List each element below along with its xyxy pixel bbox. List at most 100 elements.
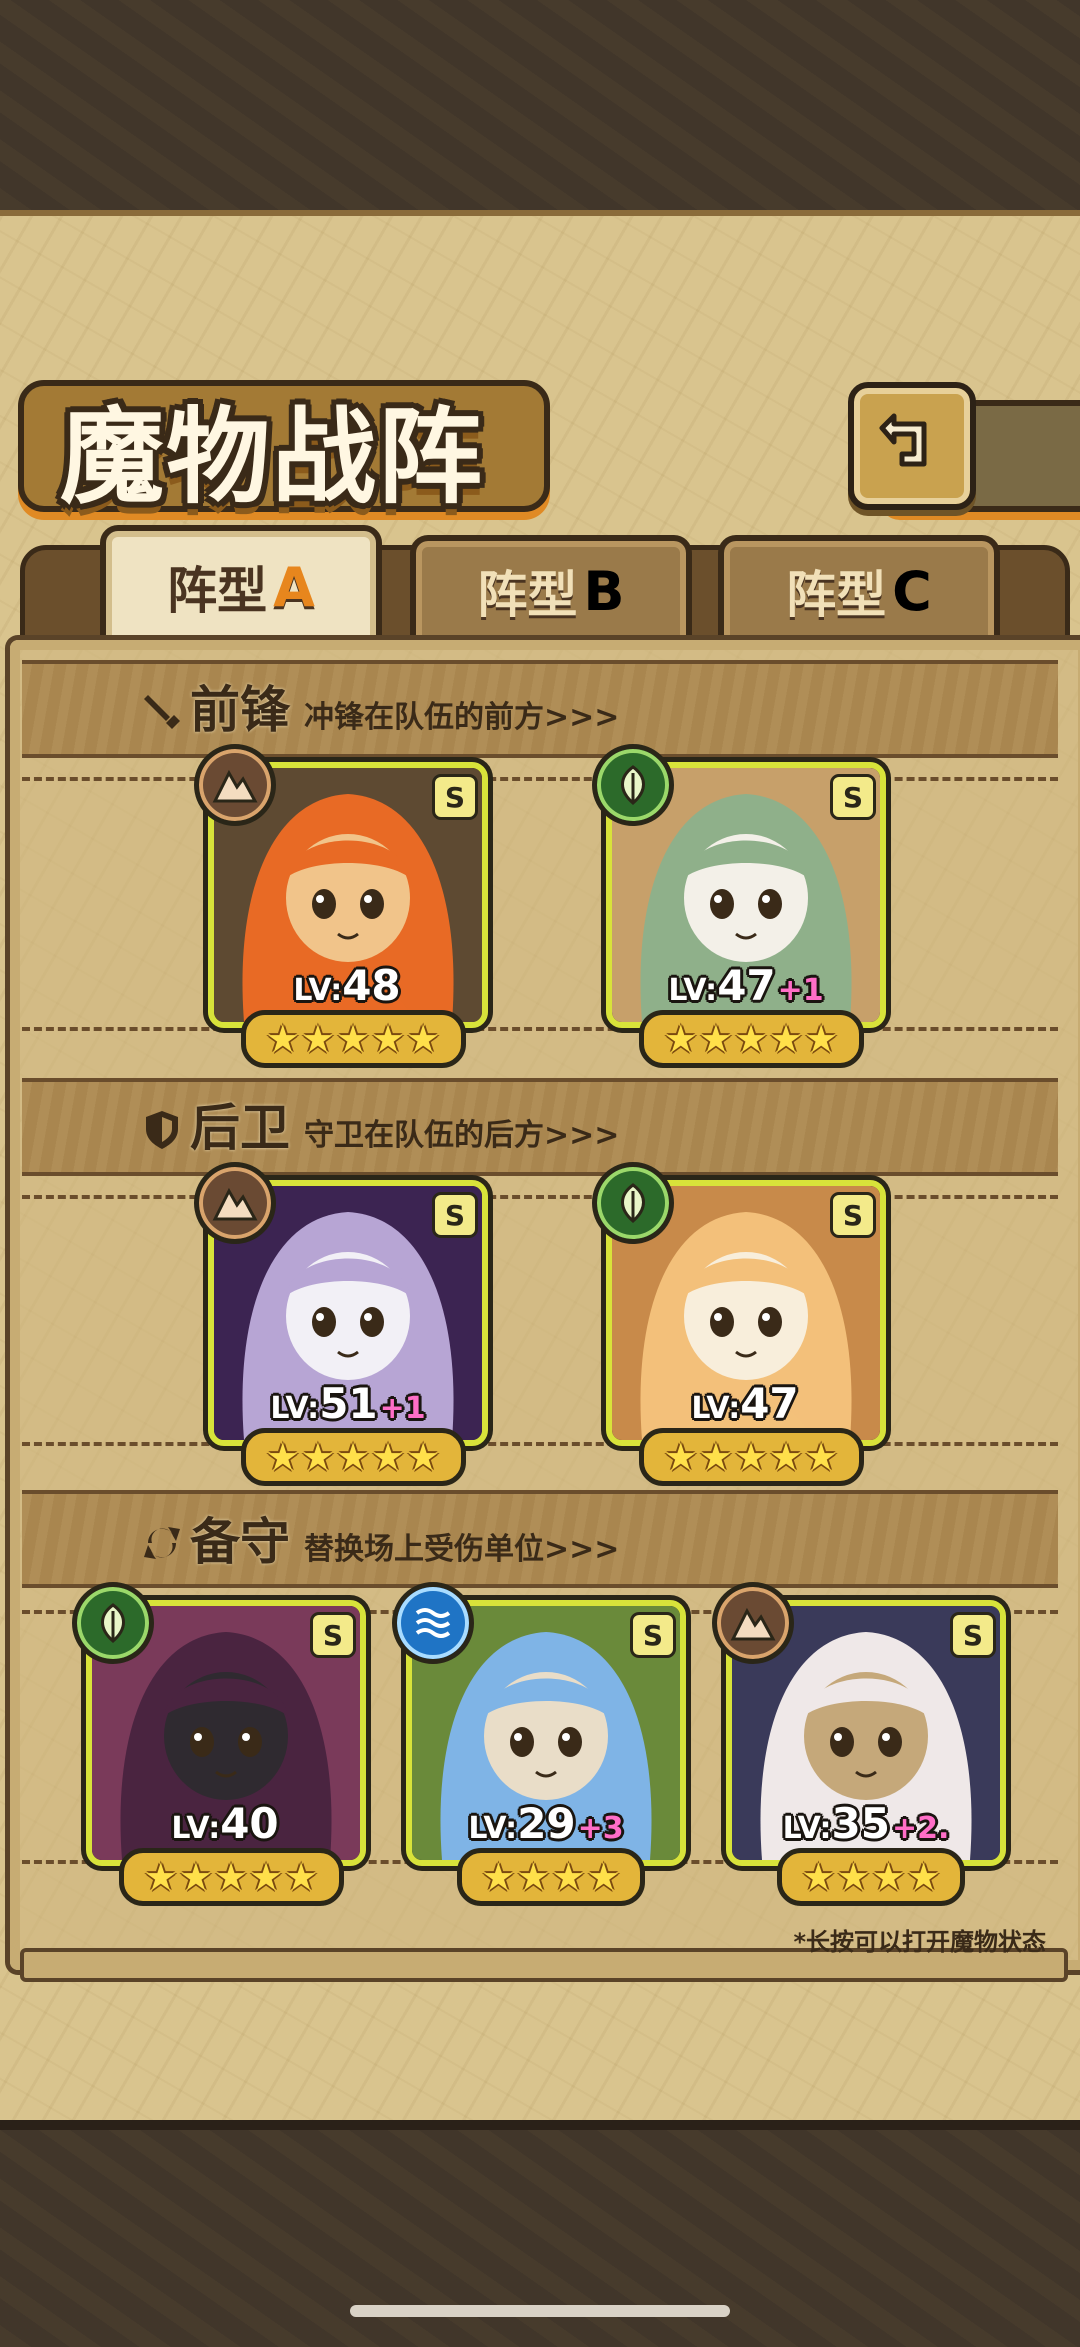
star-icon: ★ — [335, 1017, 371, 1061]
swap-icon — [144, 1527, 180, 1559]
star-icon: ★ — [769, 1435, 804, 1479]
back-arrow-icon — [879, 413, 927, 467]
sword-icon — [144, 695, 180, 729]
star-rating: ★ ★ ★ ★ ★ — [638, 1428, 864, 1486]
level-prefix: LV: — [691, 1391, 741, 1426]
level-prefix: LV: — [668, 973, 718, 1008]
rear-section-header: 后卫 守卫在队伍的后方>>> — [140, 1088, 619, 1160]
star-icon: ★ — [663, 1435, 698, 1479]
star-icon: ★ — [698, 1435, 733, 1479]
top-map-band — [0, 0, 1080, 220]
star-icon: ★ — [371, 1435, 406, 1479]
section-title: 前锋 — [190, 680, 290, 739]
level-bonus: +1 — [777, 973, 824, 1008]
star-icon: ★ — [143, 1855, 178, 1899]
star-icon: ★ — [335, 1435, 371, 1479]
section-title: 后卫 — [190, 1098, 290, 1157]
level-label: LV:35+2. — [732, 1799, 1000, 1848]
earth-icon — [194, 744, 276, 826]
level-value: 47 — [717, 961, 776, 1010]
tab-formation-c[interactable]: 阵型 C — [718, 535, 1000, 647]
level-bonus: +3 — [577, 1811, 624, 1846]
star-icon: ★ — [836, 1855, 871, 1899]
star-icon: ★ — [804, 1017, 839, 1061]
rank-badge: S — [432, 1192, 478, 1238]
star-icon: ★ — [265, 1017, 300, 1061]
star-icon: ★ — [804, 1435, 839, 1479]
section-title: 备守 — [190, 1512, 290, 1571]
star-icon: ★ — [516, 1855, 551, 1899]
hint-text: *长按可以打开魔物状态 — [793, 1928, 1046, 1956]
tab-label: 阵型 — [477, 566, 578, 624]
divider — [22, 777, 1058, 781]
level-prefix: LV: — [782, 1811, 832, 1846]
leaf-icon — [72, 1582, 154, 1664]
star-icon: ★ — [481, 1855, 516, 1899]
star-icon: ★ — [663, 1017, 698, 1061]
star-icon: ★ — [769, 1017, 804, 1061]
star-rating: ★ ★ ★ ★ — [777, 1848, 965, 1906]
star-icon: ★ — [178, 1855, 213, 1899]
section-subtitle: 守卫在队伍的后方>>> — [304, 1118, 620, 1153]
tab-formation-a[interactable]: 阵型 A — [100, 525, 382, 649]
star-icon: ★ — [406, 1017, 441, 1061]
star-icon: ★ — [284, 1855, 319, 1899]
star-rating: ★ ★ ★ ★ — [457, 1848, 645, 1906]
rank-badge: S — [310, 1612, 356, 1658]
star-icon: ★ — [265, 1435, 300, 1479]
reserve-section-header: 备守 替换场上受伤单位>>> — [140, 1502, 619, 1574]
level-value: 35 — [831, 1799, 890, 1848]
divider — [22, 1027, 1058, 1031]
water-icon — [392, 1582, 474, 1664]
home-indicator — [350, 2305, 730, 2317]
rank-badge: S — [432, 774, 478, 820]
rank-badge: S — [950, 1612, 996, 1658]
earth-icon — [712, 1582, 794, 1664]
star-icon: ★ — [801, 1855, 836, 1899]
level-label: LV:40 — [92, 1799, 360, 1848]
tab-letter: C — [892, 559, 932, 623]
shield-icon — [146, 1111, 178, 1149]
star-icon: ★ — [406, 1435, 441, 1479]
star-icon: ★ — [213, 1855, 249, 1899]
divider — [22, 1442, 1058, 1446]
back-button[interactable] — [848, 382, 976, 510]
level-value: 48 — [342, 961, 401, 1010]
star-icon: ★ — [300, 1017, 335, 1061]
star-icon: ★ — [371, 1017, 406, 1061]
level-label: LV:29+3 — [412, 1799, 680, 1848]
star-icon: ★ — [733, 1435, 769, 1479]
level-prefix: LV: — [171, 1811, 221, 1846]
star-rating: ★ ★ ★ ★ ★ — [638, 1010, 864, 1068]
tab-letter: A — [273, 555, 315, 619]
star-icon: ★ — [551, 1855, 586, 1899]
tab-formation-b[interactable]: 阵型 B — [410, 535, 692, 647]
divider — [22, 1195, 1058, 1199]
level-value: 29 — [517, 1799, 576, 1848]
star-rating: ★ ★ ★ ★ ★ — [240, 1428, 466, 1486]
front-section-header: 前锋 冲锋在队伍的前方>>> — [140, 670, 619, 742]
level-bonus: +1 — [379, 1391, 426, 1426]
star-icon: ★ — [586, 1855, 621, 1899]
level-prefix: LV: — [468, 1811, 518, 1846]
level-value: 40 — [220, 1799, 279, 1848]
level-prefix: LV: — [270, 1391, 320, 1426]
tab-label: 阵型 — [786, 566, 887, 624]
section-subtitle: 替换场上受伤单位>>> — [304, 1532, 620, 1567]
level-bonus: +2. — [891, 1811, 950, 1846]
level-label: LV:51+1 — [214, 1379, 482, 1428]
level-prefix: LV: — [293, 973, 343, 1008]
star-icon: ★ — [249, 1855, 284, 1899]
level-value: 47 — [740, 1379, 799, 1428]
star-rating: ★ ★ ★ ★ ★ — [118, 1848, 344, 1906]
section-subtitle: 冲锋在队伍的前方>>> — [304, 700, 620, 735]
star-icon: ★ — [733, 1017, 769, 1061]
earth-icon — [194, 1162, 276, 1244]
rank-badge: S — [830, 1192, 876, 1238]
star-rating: ★ ★ ★ ★ ★ — [240, 1010, 466, 1068]
rank-badge: S — [630, 1612, 676, 1658]
tab-label: 阵型 — [167, 562, 268, 620]
star-icon: ★ — [698, 1017, 733, 1061]
level-label: LV:47 — [612, 1379, 880, 1428]
tab-letter: B — [583, 559, 625, 623]
